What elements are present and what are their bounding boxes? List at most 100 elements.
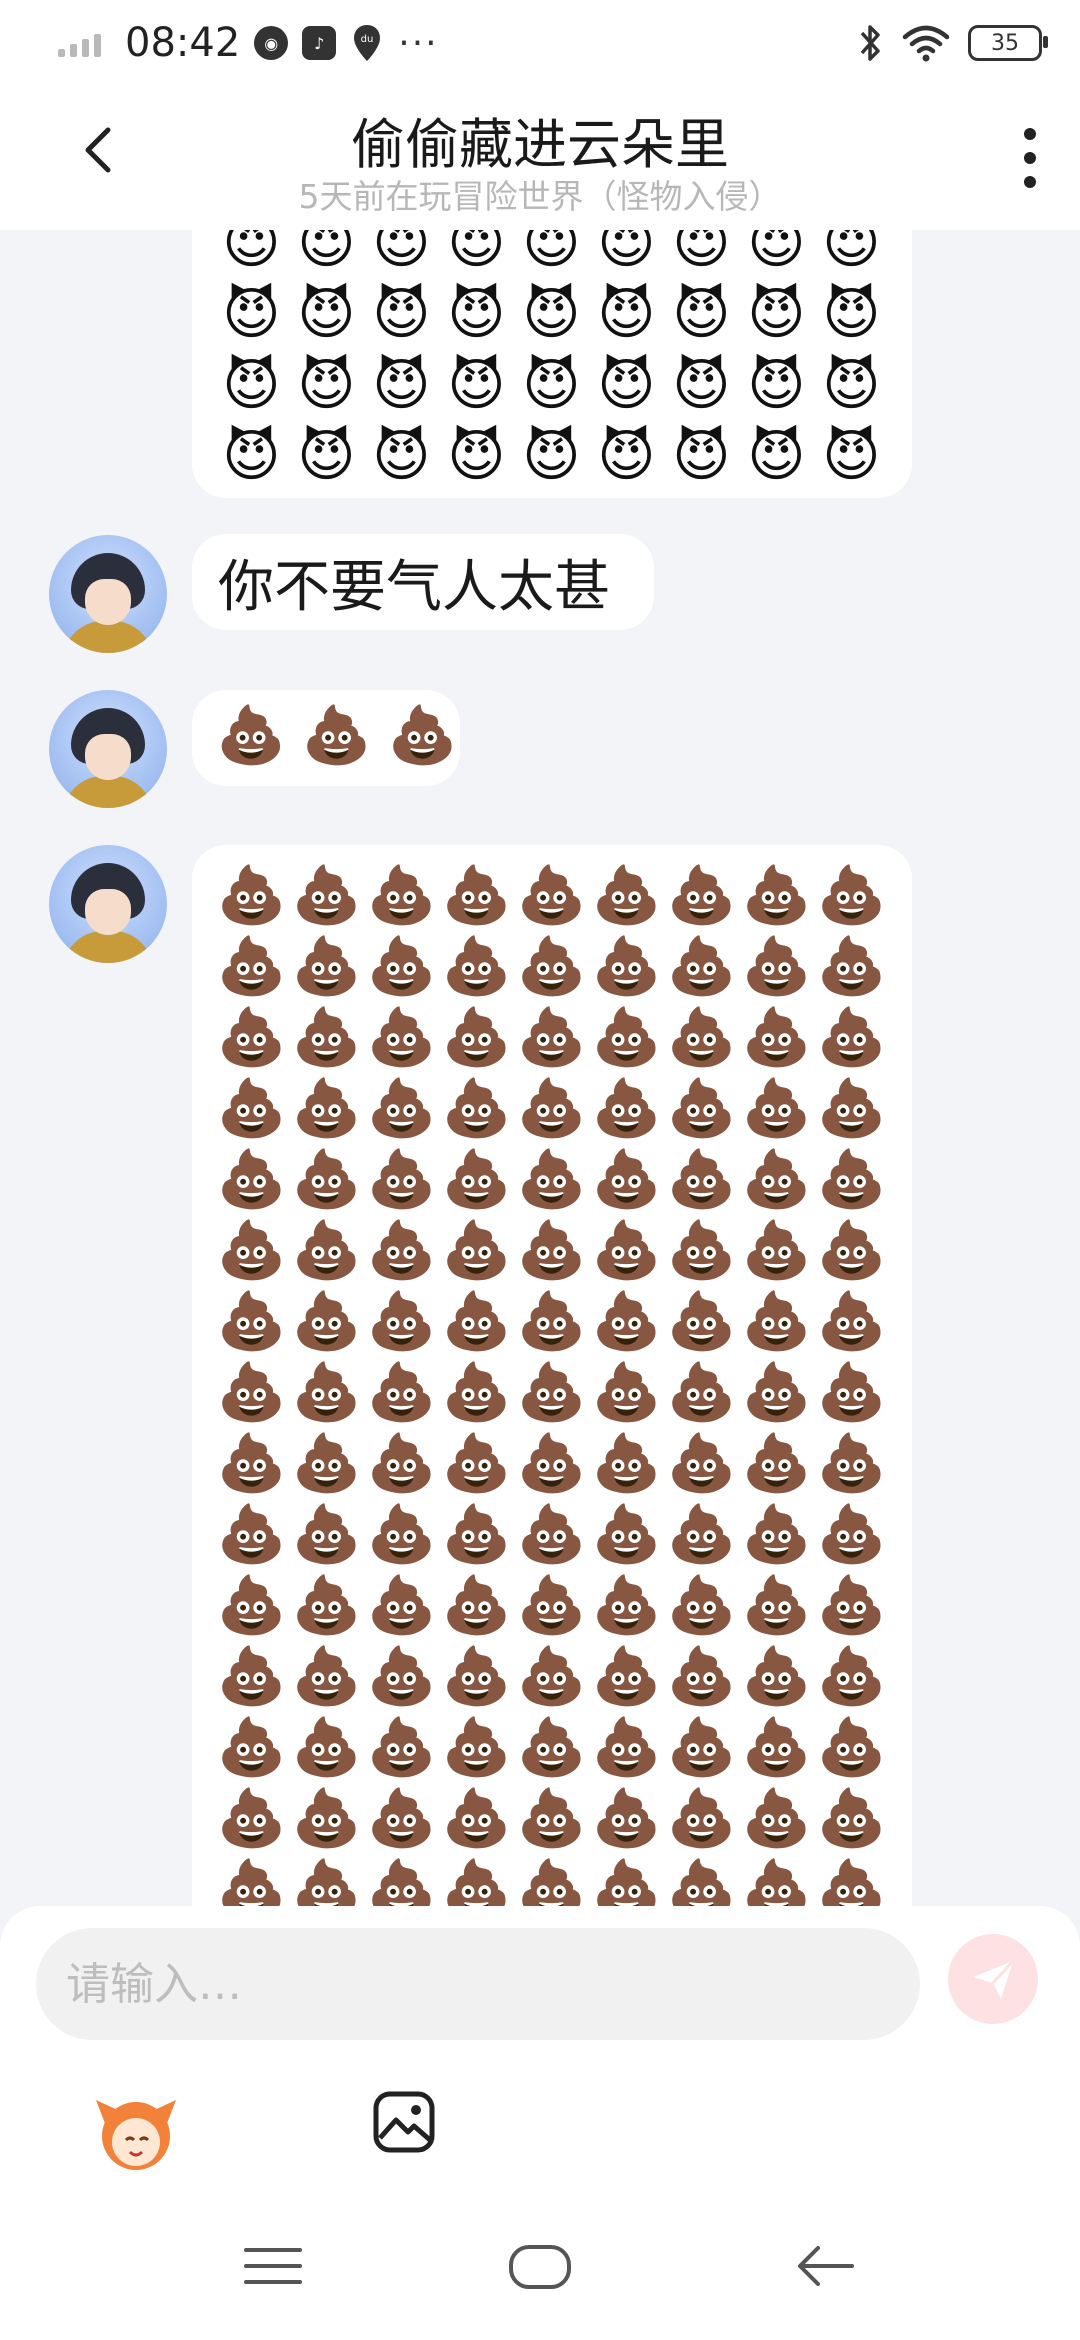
emoji-cell: 💩	[516, 1644, 587, 1709]
system-nav-bar	[0, 2210, 1080, 2340]
avatar[interactable]	[49, 690, 167, 808]
emoji-cell: 💩	[366, 1857, 437, 1906]
image-icon[interactable]	[372, 2090, 436, 2154]
emoji-cell: 😈	[522, 424, 581, 489]
wifi-icon	[902, 25, 950, 62]
emoji-cell: 💩	[591, 934, 662, 999]
compass-icon: ◉	[254, 26, 289, 60]
emoji-cell: 💩	[216, 1502, 287, 1567]
status-right: 35	[858, 20, 1048, 66]
emoji-cell: 💩	[741, 1573, 812, 1638]
emoji-cell: 💩	[666, 863, 737, 928]
emoji-cell: 😈	[747, 230, 806, 276]
emoji-cell: 💩	[441, 934, 512, 999]
status-more-dots: ···	[398, 22, 439, 64]
emoji-cell: 💩	[741, 1147, 812, 1212]
chat-title[interactable]: 偷偷藏进云朵里	[0, 100, 1080, 179]
emoji-cell: 💩	[441, 1431, 512, 1496]
avatar[interactable]	[49, 845, 167, 963]
home-icon[interactable]	[508, 2244, 572, 2290]
emoji-cell: 😈	[597, 353, 656, 418]
emoji-cell: 😈	[447, 424, 506, 489]
emoji-cell: 💩	[666, 1360, 737, 1425]
emoji-cell: 💩	[441, 1857, 512, 1906]
emoji-cell: 💩	[741, 934, 812, 999]
emoji-cell: 💩	[516, 1147, 587, 1212]
emoji-cell: 😈	[222, 230, 281, 276]
emoji-cell: 💩	[816, 1715, 887, 1780]
signal-icon	[58, 29, 101, 57]
emoji-cell: 💩	[666, 1218, 737, 1283]
emoji-cell: 💩	[441, 1360, 512, 1425]
emoji-cell: 💩	[216, 1147, 287, 1212]
emoji-cell: 💩	[366, 1360, 437, 1425]
poop-emoji-row: 💩 💩 💩	[216, 700, 457, 772]
music-icon: ♪	[302, 26, 337, 60]
emoji-cell: 💩	[301, 703, 372, 768]
emoji-cell: 💩	[516, 1857, 587, 1906]
emoji-cell: 💩	[441, 1218, 512, 1283]
emoji-cell: 😈	[672, 230, 731, 276]
more-vert-icon[interactable]	[1020, 128, 1040, 188]
emoji-cell: 💩	[441, 1005, 512, 1070]
emoji-cell: 💩	[216, 1573, 287, 1638]
menu-icon[interactable]	[244, 2244, 302, 2288]
emoji-cell: 😈	[672, 424, 731, 489]
emoji-cell: 💩	[516, 1502, 587, 1567]
emoji-cell: 💩	[591, 1147, 662, 1212]
back-nav-icon[interactable]	[796, 2244, 854, 2288]
emoji-mascot-icon[interactable]	[92, 2086, 180, 2174]
emoji-cell: 💩	[816, 1360, 887, 1425]
emoji-cell: 💩	[816, 1573, 887, 1638]
emoji-cell: 💩	[216, 1857, 287, 1906]
emoji-cell: 💩	[816, 1786, 887, 1851]
emoji-cell: 💩	[741, 1005, 812, 1070]
emoji-cell: 💩	[741, 1218, 812, 1283]
emoji-cell: 💩	[591, 1786, 662, 1851]
emoji-cell: 💩	[216, 1715, 287, 1780]
emoji-cell: 💩	[591, 1644, 662, 1709]
emoji-cell: 💩	[666, 1502, 737, 1567]
emoji-cell: 💩	[816, 1644, 887, 1709]
emoji-cell: 😈	[372, 282, 431, 347]
emoji-cell: 💩	[816, 1076, 887, 1141]
emoji-cell: 💩	[216, 1076, 287, 1141]
emoji-cell: 💩	[441, 1147, 512, 1212]
emoji-cell: 💩	[666, 1715, 737, 1780]
emoji-cell: 😈	[447, 230, 506, 276]
emoji-cell: 💩	[366, 1147, 437, 1212]
emoji-cell: 😈	[822, 353, 881, 418]
emoji-cell: 💩	[291, 863, 362, 928]
emoji-cell: 💩	[666, 1857, 737, 1906]
emoji-cell: 💩	[441, 1573, 512, 1638]
emoji-cell: 💩	[366, 1786, 437, 1851]
location-badge-icon: du	[350, 23, 384, 63]
emoji-cell: 💩	[516, 1218, 587, 1283]
emoji-cell: 💩	[516, 1005, 587, 1070]
devil-emoji-grid: 😈 😈 😈 😈 😈 😈 😈 😈 😈 😈 😈 😈 😈 😈 😈 😈 😈 😈 😈 😈 😈 😈 😈 😈 😈 😈 😈 😈 😈 😈 😈 😈 😈 😈 😈 😈	[214, 230, 889, 492]
emoji-cell: 💩	[666, 1005, 737, 1070]
emoji-cell: 😈	[747, 282, 806, 347]
avatar[interactable]	[49, 535, 167, 653]
status-time: 08:42	[125, 20, 241, 66]
emoji-cell: 😈	[297, 424, 356, 489]
emoji-cell: 😈	[597, 230, 656, 276]
message-list[interactable]: 😈 😈 😈 😈 😈 😈 😈 😈 😈 😈 😈 😈 😈 😈 😈 😈 😈 😈 😈 😈 😈 😈 😈 😈 😈 😈 😈 😈 😈 😈 😈 😈 😈 😈 😈 😈 你不要…	[0, 230, 1080, 1906]
emoji-cell: 😈	[597, 424, 656, 489]
emoji-cell: 💩	[216, 1360, 287, 1425]
emoji-cell: 💩	[366, 1715, 437, 1780]
send-button[interactable]	[948, 1934, 1038, 2024]
emoji-cell: 💩	[441, 1715, 512, 1780]
bluetooth-icon	[860, 25, 880, 61]
emoji-cell: 💩	[291, 1147, 362, 1212]
emoji-cell: 😈	[672, 353, 731, 418]
emoji-cell: 💩	[216, 1431, 287, 1496]
emoji-cell: 💩	[741, 1431, 812, 1496]
emoji-cell: 😈	[522, 282, 581, 347]
emoji-cell: 💩	[666, 1573, 737, 1638]
message-input[interactable]	[36, 1928, 920, 2040]
status-bar: 08:42 ◉ ♪ du ··· 35	[0, 0, 1080, 90]
emoji-cell: 💩	[816, 1147, 887, 1212]
emoji-cell: 💩	[666, 1431, 737, 1496]
emoji-cell: 💩	[441, 1289, 512, 1354]
